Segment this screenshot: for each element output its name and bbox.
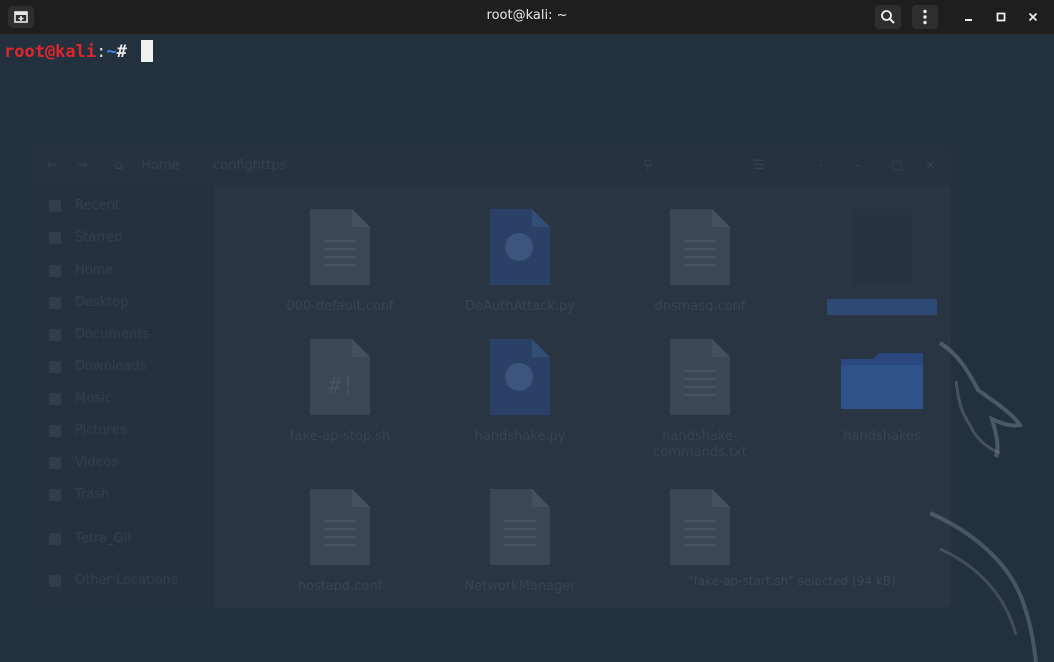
forward-icon: →	[77, 158, 88, 173]
home-icon: ⌂	[115, 158, 124, 173]
fm-search-icon: ⚲	[643, 158, 653, 173]
minimize-button[interactable]	[956, 5, 982, 29]
fm-sidebar-item: Desktop	[49, 295, 129, 310]
fm-menu-icon: ⋮	[815, 158, 828, 173]
videos-icon	[49, 456, 61, 469]
music-icon	[49, 392, 61, 405]
text-file-icon	[490, 489, 550, 565]
fm-sidebar-item: Trash	[49, 487, 109, 502]
trash-icon	[49, 488, 61, 501]
download-icon	[49, 360, 61, 373]
fm-file-item: DeAuthAttack.py	[440, 207, 600, 315]
text-file-icon	[670, 209, 730, 285]
fm-sidebar-item: Tetra_Gil	[49, 531, 131, 546]
script-file-icon	[852, 209, 912, 285]
prompt-char: #	[116, 42, 127, 62]
terminal-prompt: root@kali:~#	[4, 40, 153, 62]
fm-file-item: handshake.py	[440, 337, 600, 445]
fm-header: ← → ⌂ Home confighttps ⚲ ☰ ⋮ – □ ×	[31, 145, 951, 187]
prompt-separator: :	[96, 42, 107, 62]
maximize-icon	[996, 12, 1006, 22]
python-file-icon	[490, 339, 550, 415]
fm-sidebar-item: Documents	[49, 327, 149, 342]
fm-minimize-icon: –	[855, 158, 862, 173]
back-icon: ←	[47, 158, 58, 173]
home-icon	[49, 264, 61, 277]
fm-file-item: #! fake-ap-stop.sh	[260, 337, 420, 445]
terminal-titlebar: root@kali: ~	[0, 0, 1054, 35]
maximize-button[interactable]	[988, 5, 1014, 29]
clock-icon	[49, 199, 61, 212]
script-file-icon: #!	[310, 339, 370, 415]
text-cursor	[140, 40, 153, 62]
prompt-user-host: root@kali	[4, 42, 97, 62]
fm-file-item: 000-default.conf	[260, 207, 420, 315]
documents-icon	[49, 328, 61, 341]
fm-sidebar: Recent Starred Home Desktop Documents Do…	[31, 187, 215, 608]
fm-sidebar-item: Videos	[49, 455, 118, 470]
fm-status-toast: "fake-ap-start.sh" selected (94 kB)	[676, 568, 922, 594]
search-button[interactable]	[875, 5, 901, 29]
drive-icon	[49, 532, 61, 545]
text-file-icon	[670, 339, 730, 415]
search-icon	[881, 10, 895, 24]
fm-sidebar-item: Starred	[49, 230, 123, 245]
fm-file-item-selected: fake-ap-start.sh	[802, 207, 951, 315]
fm-sidebar-item: Recent	[49, 198, 120, 213]
close-button[interactable]	[1020, 5, 1046, 29]
text-file-icon	[310, 489, 370, 565]
fm-close-icon: ×	[925, 158, 936, 173]
fm-home-label: Home	[141, 158, 180, 173]
fm-file-item: NetworkManager	[440, 487, 600, 595]
pictures-icon	[49, 424, 61, 437]
svg-text:#!: #!	[328, 374, 355, 399]
fm-file-grid: 000-default.conf DeAuthAttack.py dnsmasq…	[215, 187, 951, 608]
fm-file-item: dnsmasq.conf	[620, 207, 780, 315]
close-icon	[1028, 12, 1038, 22]
minimize-icon	[965, 19, 972, 21]
text-file-icon	[310, 209, 370, 285]
kali-dragon-icon	[929, 341, 1038, 662]
fm-sidebar-item: Other Locations	[49, 573, 178, 588]
menu-button[interactable]	[912, 5, 938, 29]
background-file-manager: ← → ⌂ Home confighttps ⚲ ☰ ⋮ – □ × Recen…	[31, 145, 951, 608]
kebab-menu-icon	[923, 9, 927, 25]
terminal-area[interactable]: ← → ⌂ Home confighttps ⚲ ☰ ⋮ – □ × Recen…	[0, 35, 1054, 662]
fm-sidebar-item: Downloads	[49, 359, 146, 374]
prompt-path: ~	[106, 42, 117, 62]
fm-file-item: handshake-commands.txt	[620, 337, 780, 461]
fm-maximize-icon: □	[891, 158, 904, 173]
fm-sidebar-item: Home	[49, 263, 113, 278]
text-file-icon	[670, 489, 730, 565]
star-icon	[49, 231, 61, 244]
desktop-icon	[49, 296, 61, 309]
fm-folder-label: confighttps	[213, 158, 287, 173]
python-file-icon	[490, 209, 550, 285]
fm-view-icon: ☰	[753, 158, 765, 173]
fm-sidebar-item: Music	[49, 391, 112, 406]
fm-file-item: hostapd.conf	[260, 487, 420, 595]
fm-sidebar-item: Pictures	[49, 423, 126, 438]
plus-icon	[49, 574, 61, 587]
